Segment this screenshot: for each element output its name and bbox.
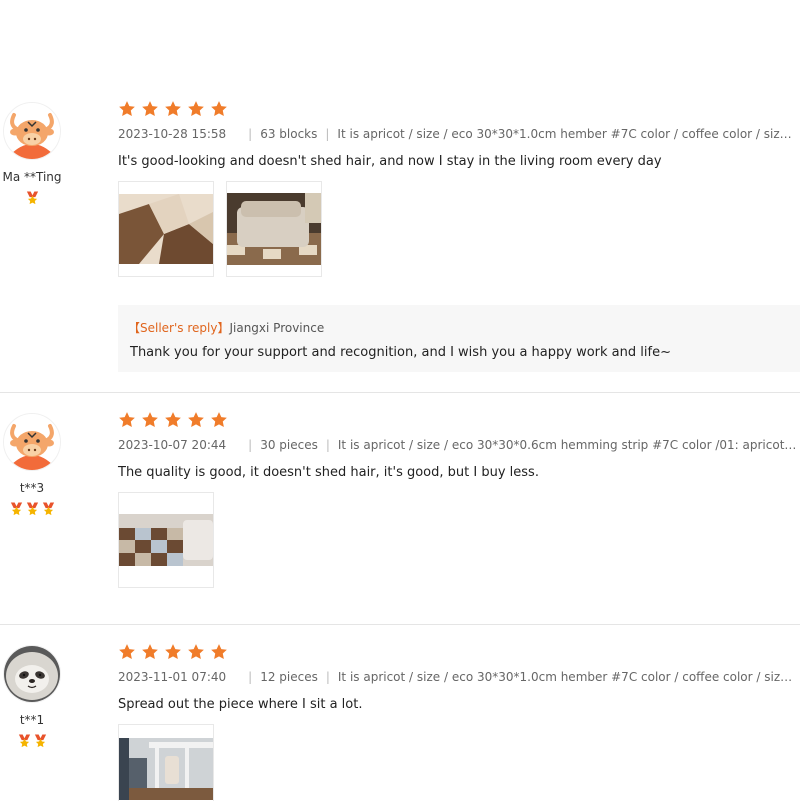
- seller-reply-location: Jiangxi Province: [229, 321, 325, 335]
- review-photo[interactable]: [226, 181, 322, 277]
- star-icon: [210, 100, 228, 118]
- review-date: 2023-10-07 20:44: [118, 438, 227, 452]
- user-medals: [0, 190, 64, 206]
- star-icon: [210, 643, 228, 661]
- star-icon: [141, 100, 159, 118]
- username[interactable]: t**3: [0, 481, 64, 495]
- seller-reply-header: 【Seller's reply】Jiangxi Province: [128, 319, 324, 336]
- review-divider: [0, 624, 800, 625]
- star-icon: [118, 100, 136, 118]
- user-medals: [0, 733, 64, 749]
- review-content: It's good-looking and doesn't shed hair,…: [118, 154, 662, 169]
- user-avatar[interactable]: [3, 413, 61, 471]
- user-avatar[interactable]: [3, 102, 61, 160]
- mat-photo-icon: [119, 194, 213, 264]
- rating-stars: [118, 643, 233, 661]
- review-quantity: 63 blocks: [260, 127, 318, 141]
- seller-reply: 【Seller's reply】Jiangxi Province Thank y…: [118, 305, 800, 372]
- review-meta: 2023-11-01 07:40 | 12 pieces | It is apricot…: [118, 670, 798, 684]
- review-photo[interactable]: [118, 492, 214, 588]
- review-spec: It is apricot / size / eco 30*30*0.6cm h…: [337, 438, 798, 452]
- medal-icon: [25, 501, 40, 517]
- review-photo[interactable]: [118, 724, 214, 801]
- review-date: 2023-10-28 15:58: [118, 127, 227, 141]
- review-spec: It is apricot / size / eco 30*30*1.0cm h…: [337, 670, 798, 684]
- sofa-photo-icon: [227, 193, 321, 265]
- room-photo-icon: [119, 738, 213, 800]
- review-quantity: 30 pieces: [260, 438, 318, 452]
- review-meta: 2023-10-28 15:58 | 63 blocks | It is apricot…: [118, 127, 798, 141]
- rating-stars: [118, 100, 233, 118]
- star-icon: [187, 100, 205, 118]
- user-medals: [0, 501, 64, 517]
- review-date: 2023-11-01 07:40: [118, 670, 227, 684]
- medal-icon: [9, 501, 24, 517]
- star-icon: [164, 411, 182, 429]
- medal-icon: [25, 190, 40, 206]
- bull-avatar-icon: [4, 414, 60, 470]
- rating-stars: [118, 411, 233, 429]
- review-meta: 2023-10-07 20:44 | 30 pieces | It is apricot…: [118, 438, 798, 452]
- mat-photo-icon: [119, 514, 213, 566]
- review-divider: [0, 392, 800, 393]
- review-quantity: 12 pieces: [260, 670, 318, 684]
- star-icon: [141, 411, 159, 429]
- star-icon: [187, 411, 205, 429]
- medal-icon: [33, 733, 48, 749]
- star-icon: [187, 643, 205, 661]
- seller-reply-text: Thank you for your support and recogniti…: [130, 345, 671, 360]
- sloth-avatar-icon: [4, 646, 60, 702]
- star-icon: [164, 100, 182, 118]
- star-icon: [164, 643, 182, 661]
- medal-icon: [17, 733, 32, 749]
- review-content: The quality is good, it doesn't shed hai…: [118, 465, 539, 480]
- review-spec: It is apricot / size / eco 30*30*1.0cm h…: [337, 127, 798, 141]
- star-icon: [141, 643, 159, 661]
- bull-avatar-icon: [4, 103, 60, 159]
- username[interactable]: t**1: [0, 713, 64, 727]
- star-icon: [118, 643, 136, 661]
- username[interactable]: Ma **Ting: [0, 170, 64, 184]
- seller-reply-tag: 【Seller's reply】: [128, 321, 230, 335]
- star-icon: [210, 411, 228, 429]
- review-content: Spread out the piece where I sit a lot.: [118, 697, 363, 712]
- star-icon: [118, 411, 136, 429]
- review-photo[interactable]: [118, 181, 214, 277]
- medal-icon: [41, 501, 56, 517]
- user-avatar[interactable]: [3, 645, 61, 703]
